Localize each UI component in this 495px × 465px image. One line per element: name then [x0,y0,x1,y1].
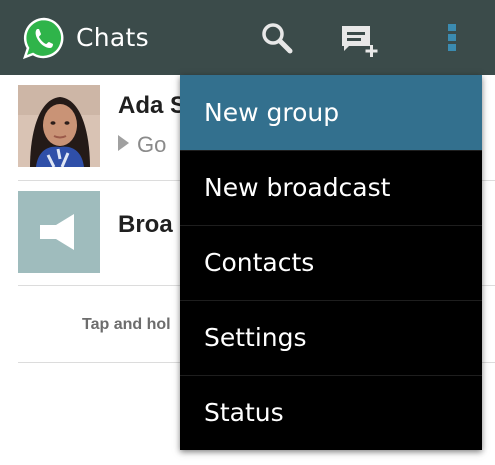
hint-text: Tap and hol [82,316,171,333]
chat-name: Ada S [118,92,187,119]
menu-item-settings[interactable]: Settings [180,300,482,375]
whatsapp-logo-icon[interactable] [22,16,66,60]
overflow-menu-icon [448,24,456,51]
app-title: Chats [76,23,149,52]
play-triangle-icon [118,135,129,151]
menu-item-contacts[interactable]: Contacts [180,225,482,300]
menu-item-status[interactable]: Status [180,375,482,450]
new-chat-button[interactable] [339,18,379,58]
app-bar: Chats [0,0,495,75]
menu-item-new-broadcast[interactable]: New broadcast [180,150,482,225]
broadcast-avatar[interactable] [18,191,100,273]
search-button[interactable] [257,18,297,58]
contact-avatar[interactable] [18,85,100,167]
chat-name: Broa [118,211,173,238]
menu-item-new-group[interactable]: New group [180,75,482,150]
broadcast-icon [40,214,74,250]
search-icon [262,23,293,54]
new-chat-icon [342,26,378,57]
overflow-dropdown-menu: New group New broadcast Contacts Setting… [180,75,482,450]
overflow-menu-button[interactable] [432,18,472,58]
chat-preview-text: Go [137,132,167,157]
chat-preview: Go [118,132,166,158]
